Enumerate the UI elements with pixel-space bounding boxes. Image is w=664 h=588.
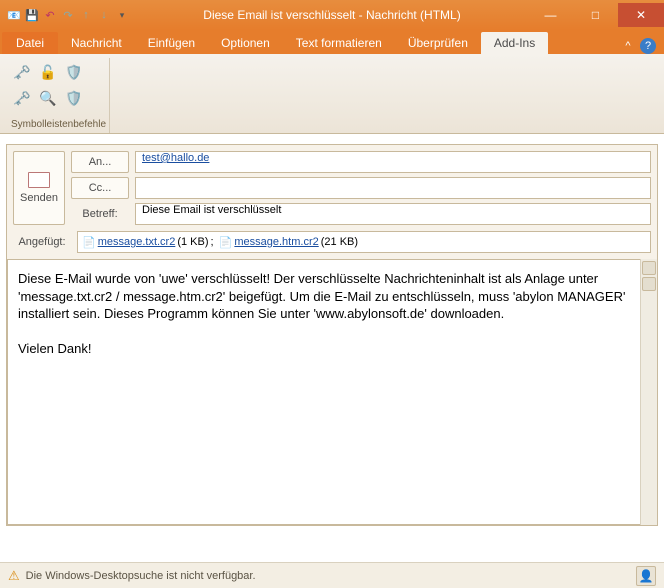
ribbon-group-label: Symbolleistenbefehle: [8, 118, 109, 133]
to-value[interactable]: test@hallo.de: [142, 152, 209, 164]
person-icon[interactable]: 👤: [636, 566, 656, 586]
attachments-field[interactable]: 📄 message.txt.cr2 (1 KB); 📄 message.htm.…: [77, 231, 651, 253]
subject-label: Betreff:: [71, 208, 129, 220]
cc-button[interactable]: Cc...: [71, 177, 129, 199]
side-inspector: [640, 259, 657, 525]
ribbon: 🗝️ 🔓 🛡️ 🗝️ 🔍 🛡️ Symbolleistenbefehle: [0, 54, 664, 134]
inspector-button-1[interactable]: [642, 261, 656, 275]
tool-icon-5[interactable]: 🔍: [38, 88, 58, 108]
attachment-1-size: (1 KB): [177, 236, 208, 248]
window-title: Diese Email ist verschlüsselt - Nachrich…: [203, 8, 460, 22]
minimize-button[interactable]: —: [528, 3, 573, 27]
ribbon-group-toolbar: 🗝️ 🔓 🛡️ 🗝️ 🔍 🛡️ Symbolleistenbefehle: [8, 58, 110, 133]
tool-icon-4[interactable]: 🗝️: [12, 88, 32, 108]
inspector-button-2[interactable]: [642, 277, 656, 291]
help-area: ^ ?: [620, 38, 664, 54]
close-button[interactable]: ✕: [618, 3, 664, 27]
cc-field[interactable]: [135, 177, 651, 199]
compose-fields: An... test@hallo.de Cc... Betreff: Diese…: [71, 151, 651, 225]
prev-icon[interactable]: ↑: [78, 7, 94, 23]
status-text: Die Windows-Desktopsuche ist nicht verfü…: [26, 570, 256, 582]
attachments-row: Angefügt: 📄 message.txt.cr2 (1 KB); 📄 me…: [7, 231, 657, 259]
redo-icon[interactable]: ↷: [60, 7, 76, 23]
compose-panel: Senden An... test@hallo.de Cc... Betreff…: [6, 144, 658, 526]
send-button[interactable]: Senden: [13, 151, 65, 225]
tab-optionen[interactable]: Optionen: [208, 32, 283, 54]
envelope-icon: [28, 172, 50, 188]
title-bar: 📧 💾 ↶ ↷ ↑ ↓ ▾ Diese Email ist verschlüss…: [0, 0, 664, 30]
tab-einfuegen[interactable]: Einfügen: [135, 32, 208, 54]
tool-icon-1[interactable]: 🗝️: [12, 62, 32, 82]
to-button[interactable]: An...: [71, 151, 129, 173]
body-para-1: Diese E-Mail wurde von 'uwe' verschlüsse…: [18, 270, 630, 323]
next-icon[interactable]: ↓: [96, 7, 112, 23]
tab-add-ins[interactable]: Add-Ins: [481, 32, 548, 54]
tab-file[interactable]: Datei: [2, 32, 58, 54]
tab-text-formatieren[interactable]: Text formatieren: [283, 32, 395, 54]
save-icon[interactable]: 💾: [24, 7, 40, 23]
attachment-1-name[interactable]: message.txt.cr2: [98, 236, 176, 248]
tool-icon-2[interactable]: 🔓: [38, 62, 58, 82]
ribbon-group-icons: 🗝️ 🔓 🛡️ 🗝️ 🔍 🛡️: [8, 58, 109, 118]
attachment-2-size: (21 KB): [321, 236, 358, 248]
help-icon[interactable]: ?: [640, 38, 656, 54]
to-field[interactable]: test@hallo.de: [135, 151, 651, 173]
ribbon-tabs: Datei Nachricht Einfügen Optionen Text f…: [0, 30, 664, 54]
window-controls: — □ ✕: [528, 3, 664, 27]
body-para-2: Vielen Dank!: [18, 340, 630, 358]
body-wrap: Diese E-Mail wurde von 'uwe' verschlüsse…: [7, 259, 657, 525]
tool-icon-6[interactable]: 🛡️: [64, 88, 84, 108]
tab-ueberpruefen[interactable]: Überprüfen: [395, 32, 481, 54]
attachment-icon: 📄: [82, 236, 96, 249]
warning-icon: ⚠: [8, 568, 20, 584]
tool-icon-3[interactable]: 🛡️: [64, 62, 84, 82]
tab-nachricht[interactable]: Nachricht: [58, 32, 135, 54]
subject-field[interactable]: Diese Email ist verschlüsselt: [135, 203, 651, 225]
attachment-2-name[interactable]: message.htm.cr2: [234, 236, 318, 248]
undo-icon[interactable]: ↶: [42, 7, 58, 23]
maximize-button[interactable]: □: [573, 3, 618, 27]
compose-header: Senden An... test@hallo.de Cc... Betreff…: [7, 145, 657, 231]
attached-label: Angefügt:: [13, 236, 71, 248]
outlook-icon: 📧: [6, 7, 22, 23]
send-label: Senden: [20, 192, 58, 204]
collapse-ribbon-icon[interactable]: ^: [620, 38, 636, 54]
attachment-icon: 📄: [219, 236, 233, 249]
quick-access-toolbar: 📧 💾 ↶ ↷ ↑ ↓ ▾: [0, 7, 136, 23]
status-bar: ⚠ Die Windows-Desktopsuche ist nicht ver…: [0, 562, 664, 588]
message-body[interactable]: Diese E-Mail wurde von 'uwe' verschlüsse…: [7, 259, 657, 525]
qat-dropdown-icon[interactable]: ▾: [114, 7, 130, 23]
